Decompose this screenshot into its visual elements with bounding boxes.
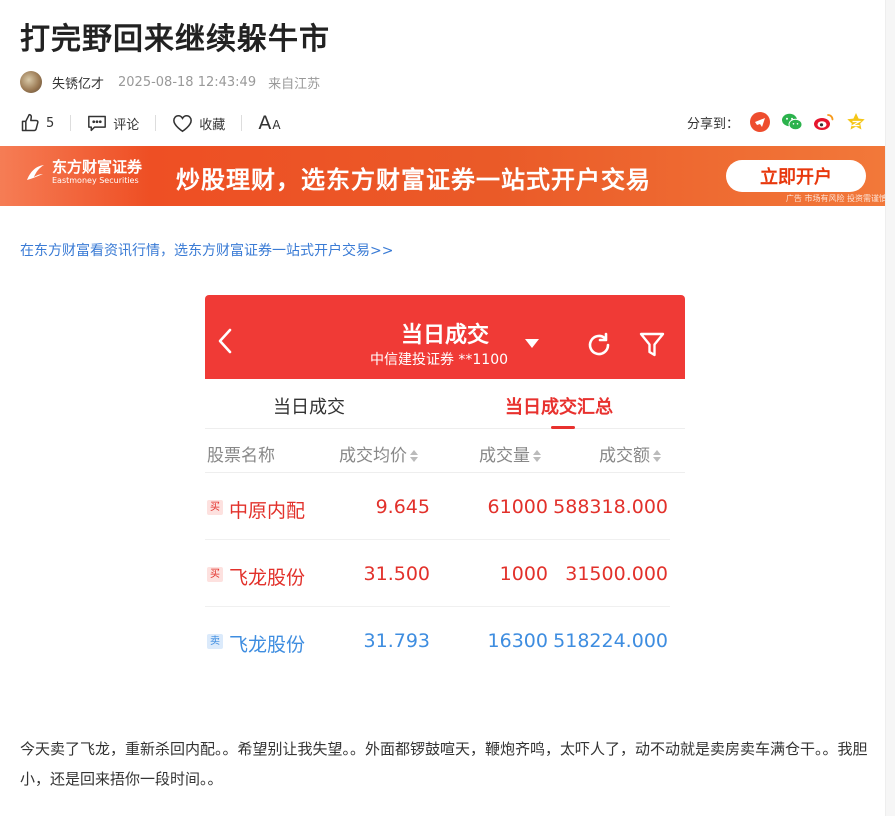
stock-name: 飞龙股份 [229,634,306,656]
tab-daily-summary: 当日成交汇总 [505,397,613,418]
col-volume: 成交量 [479,441,541,466]
side-badge: 买 [207,567,223,582]
weibo-icon [814,114,834,130]
divider [155,115,157,131]
trade-amount: 31500.000 [565,563,668,585]
trade-volume: 16300 [487,630,548,652]
table-header: 股票名称 成交均价 成交量 成交额 [205,429,685,473]
article-title: 打完野回来继续躲牛市 [20,22,330,57]
paper-plane-icon [750,112,770,132]
font-size-small-glyph: A [272,118,281,132]
trade-volume: 1000 [499,563,548,585]
open-account-button[interactable]: 立即开户 [726,160,866,192]
avatar[interactable] [20,71,42,93]
sort-icon [653,450,661,462]
promo-link[interactable]: 在东方财富看资讯行情，选东方财富证券一站式开户交易>> [20,240,393,260]
avg-price: 31.500 [363,563,430,585]
wechat-icon [782,113,803,131]
divider [70,115,72,131]
banner-slogan: 炒股理财，选东方财富证券一站式开户交易 [176,166,651,194]
side-badge: 买 [207,500,223,515]
stock-name: 中原内配 [229,500,306,522]
brand-name-cn: 东方财富证券 [52,158,143,176]
like-count: 5 [46,115,55,131]
author-name[interactable]: 失锈亿才 [52,73,104,92]
ad-banner[interactable]: 东方财富证券 Eastmoney Securities 炒股理财，选东方财富证券… [0,146,895,206]
avg-price: 9.645 [375,496,430,518]
screenshot-tabs: 当日成交 当日成交汇总 [205,379,685,429]
col-stock-name: 股票名称 [207,446,275,466]
comment-icon [88,115,107,132]
share-weibo-button[interactable] [813,111,835,133]
screenshot-header: 当日成交 中信建投证券 **1100 [205,295,685,379]
comment-label: 评论 [113,117,140,133]
trade-amount: 518224.000 [553,630,668,652]
trade-amount: 588318.000 [553,496,668,518]
filter-icon [639,332,665,357]
broker-account: 中信建投证券 **1100 [369,352,509,368]
share-qzone-button[interactable] [845,111,867,133]
stock-name: 飞龙股份 [229,567,306,589]
avg-price: 31.793 [363,630,430,652]
side-badge: 卖 [207,634,223,649]
star-icon [847,113,865,130]
publish-location: 来自江苏 [268,76,321,92]
ad-disclaimer: 广告 市场有风险 投资需谨慎 [785,194,887,203]
col-avg-price: 成交均价 [339,441,418,466]
font-size-large-glyph: A [258,112,272,134]
share-bar: 分享到： [687,108,867,136]
share-wechat-button[interactable] [781,111,803,133]
refresh-icon [588,332,610,356]
article-body: 今天卖了飞龙，重新杀回内配。。希望别让我失望。。外面都锣鼓喧天，鞭炮齐鸣，太吓人… [20,740,868,788]
table-row: 卖 飞龙股份 31.793 16300 518224.000 [205,608,670,674]
like-button[interactable]: 5 [20,113,54,133]
publish-time: 2025-08-18 12:43:49 [118,74,257,90]
favorite-button[interactable]: 收藏 [172,114,225,133]
thumbs-up-icon [21,113,39,132]
page-scrollbar[interactable] [885,0,895,816]
heart-icon [173,114,193,132]
brand-logo: 东方财富证券 Eastmoney Securities [24,159,142,186]
share-label: 分享到： [686,116,739,132]
tab-daily-trades: 当日成交 [273,397,345,418]
table-row: 买 飞龙股份 31.500 1000 31500.000 [205,541,670,607]
brand-name-en: Eastmoney Securities [52,176,139,185]
trade-volume: 61000 [487,496,548,518]
article-meta: 失锈亿才 2025-08-18 12:43:49 来自江苏 [20,70,320,94]
comment-button[interactable]: 评论 [87,114,139,133]
eastmoney-logo-icon [27,164,44,180]
favorite-label: 收藏 [199,117,226,133]
trade-screenshot: 当日成交 中信建投证券 **1100 当日成交 当日成交汇总 股票名称 成交均价… [205,295,685,680]
font-size-button[interactable]: A A [258,112,280,134]
table-row: 买 中原内配 9.645 61000 588318.000 [205,474,670,540]
share-toutiao-button[interactable] [749,111,771,133]
dropdown-triangle-icon [525,339,539,348]
col-amount: 成交额 [599,441,661,466]
divider [241,115,243,131]
action-bar: 5 评论 收藏 A A [20,110,281,136]
screenshot-title: 当日成交 [400,323,489,348]
sort-icon [533,450,541,462]
sort-icon [410,450,418,462]
